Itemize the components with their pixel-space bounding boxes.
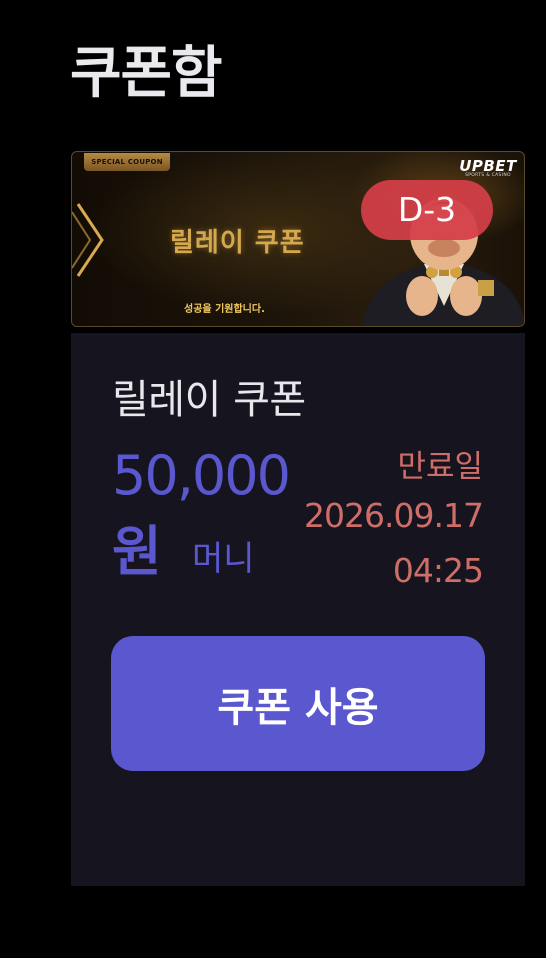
expire-time: 04:25 [392, 551, 484, 590]
expire-label: 만료일 [397, 449, 483, 485]
expire-date: 2026.09.17 [304, 496, 484, 535]
coupon-amount: 50,000 [112, 444, 291, 507]
special-coupon-tag: SPECIAL COUPON [84, 153, 170, 171]
use-coupon-button[interactable]: 쿠폰 사용 [111, 636, 485, 771]
brand-logo: UPBET SPORTS & CASINO [455, 157, 521, 178]
banner-subtitle: 성공을 기원합니다. [184, 304, 265, 315]
coupon-card: 릴레이 쿠폰 50,000 원 머니 만료일 2026.09.17 04:25 … [71, 333, 525, 886]
dday-badge: D-3 [361, 180, 493, 240]
currency-unit: 원 [112, 520, 162, 583]
page-title: 쿠폰함 [70, 41, 223, 106]
banner-title: 릴레이 쿠폰 [170, 228, 305, 258]
coupon-banner[interactable]: SPECIAL COUPON 릴레이 쿠폰 성공을 기원합니다. UPBET S… [71, 151, 525, 327]
coupon-name: 릴레이 쿠폰 [112, 377, 306, 423]
coupon-box-page: 쿠폰함 SPECIAL COUPON 릴레이 쿠폰 성공을 기원합니다. UPB… [0, 0, 546, 958]
chevron-right-icon [72, 203, 104, 277]
coupon-type: 머니 [192, 539, 255, 579]
